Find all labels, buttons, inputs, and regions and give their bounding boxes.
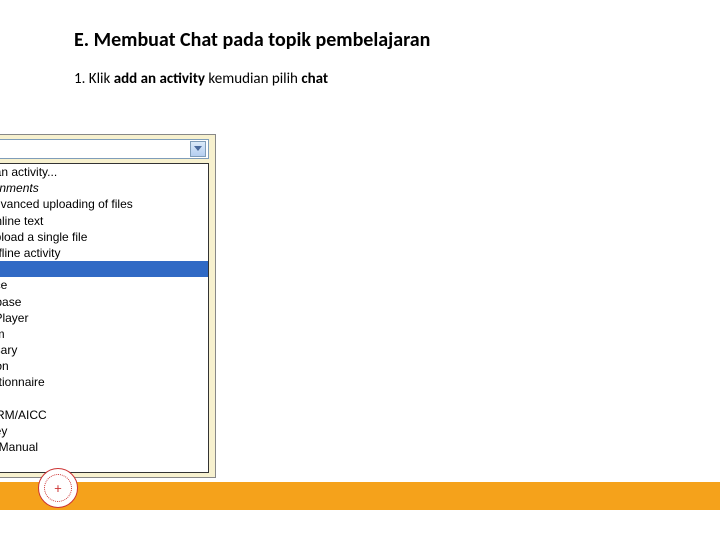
- dropdown-option[interactable]: FLV Player: [0, 310, 208, 326]
- dropdown-option[interactable]: Survey: [0, 423, 208, 439]
- step-prefix: Klik: [89, 70, 111, 88]
- select-row: ? Chat: [0, 135, 215, 163]
- chevron-down-icon: [190, 141, 206, 157]
- dropdown-placeholder[interactable]: Add an activity...: [0, 164, 208, 180]
- step-bold-2: chat: [301, 70, 328, 88]
- dropdown-option[interactable]: Forum: [0, 326, 208, 342]
- dropdown-option[interactable]: Choice: [0, 277, 208, 293]
- dropdown-option[interactable]: Quiz: [0, 391, 208, 407]
- step-bold-1: add an activity: [114, 70, 205, 88]
- dropdown-option[interactable]: Glossary: [0, 342, 208, 358]
- step-mid: kemudian pilih: [208, 70, 298, 88]
- activity-dropdown[interactable]: Add an activity... Assignments Advanced …: [0, 163, 209, 473]
- step-number: 1.: [74, 70, 85, 88]
- moodle-screenshot: ? Chat Add an activity... Assignments Ad…: [0, 134, 216, 478]
- dropdown-option-selected[interactable]: Chat: [0, 261, 208, 277]
- dropdown-option[interactable]: Offline activity: [0, 245, 208, 261]
- dropdown-option[interactable]: Wiki: [0, 455, 208, 471]
- dropdown-group-label: Assignments: [0, 180, 208, 196]
- footer-bar: [0, 486, 720, 510]
- instruction-step: 1. Klik add an activity kemudian pilih c…: [74, 70, 328, 88]
- dropdown-option[interactable]: Database: [0, 294, 208, 310]
- dropdown-option[interactable]: Online text: [0, 213, 208, 229]
- logo-badge: +: [38, 468, 78, 508]
- dropdown-option[interactable]: SCORM/AICC: [0, 407, 208, 423]
- dropdown-option[interactable]: Upload a single file: [0, 229, 208, 245]
- activity-select[interactable]: Chat: [0, 139, 209, 159]
- dropdown-option[interactable]: Questionnaire: [0, 374, 208, 390]
- dropdown-option[interactable]: Lesson: [0, 358, 208, 374]
- dropdown-option[interactable]: User Manual: [0, 439, 208, 455]
- dropdown-option[interactable]: Advanced uploading of files: [0, 196, 208, 212]
- cross-icon: +: [44, 474, 72, 502]
- section-heading: E. Membuat Chat pada topik pembelajaran: [74, 28, 430, 52]
